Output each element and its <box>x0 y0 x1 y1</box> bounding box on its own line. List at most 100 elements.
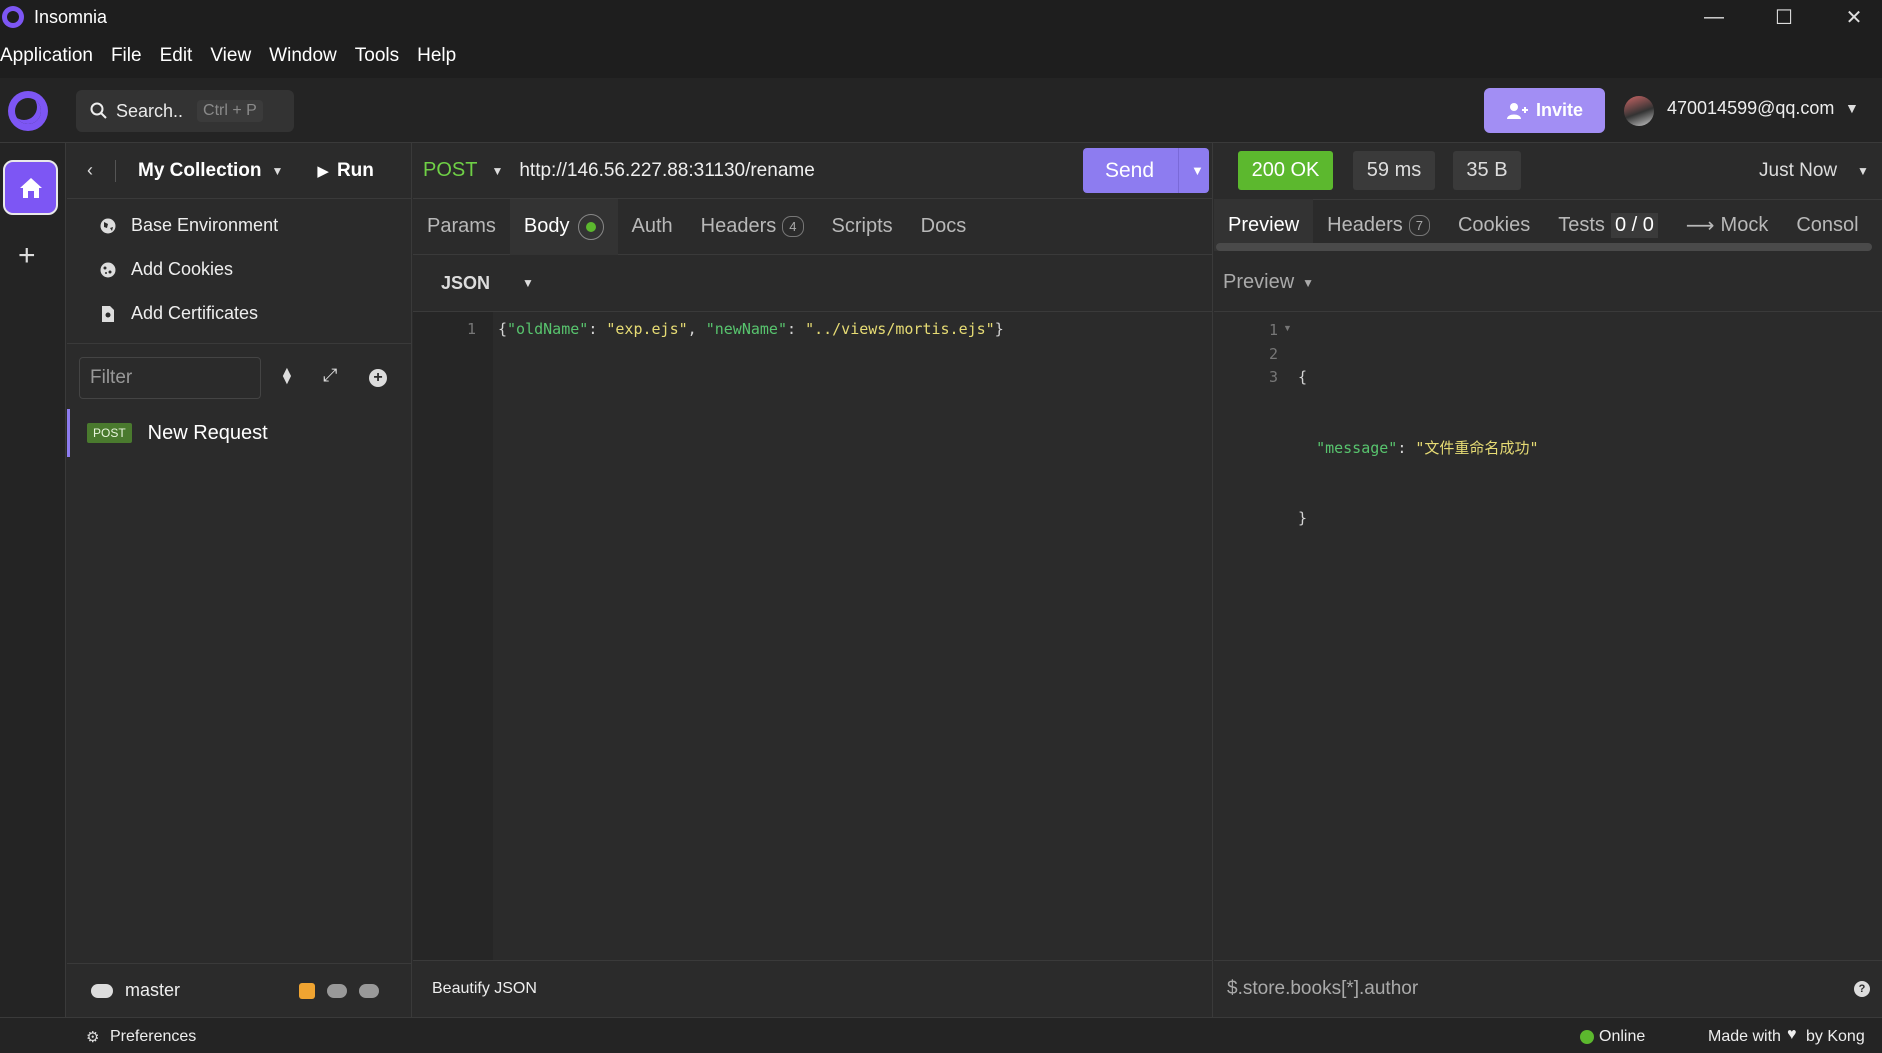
gear-icon: ⚙ <box>86 1029 100 1046</box>
divider <box>1178 148 1180 193</box>
request-name: New Request <box>147 421 268 444</box>
tabs-scrollbar[interactable] <box>1216 243 1872 251</box>
send-options-chevron-down-icon[interactable]: ▼ <box>1191 163 1204 178</box>
search-box[interactable]: Search.. Ctrl + P <box>76 90 294 132</box>
send-button[interactable]: Send ▼ <box>1083 148 1209 193</box>
arrow-right-icon: ⟶ <box>1685 214 1715 237</box>
json-value: "../views/mortis.ejs" <box>805 320 995 338</box>
method-chevron-down-icon[interactable]: ▼ <box>491 164 503 178</box>
tab-docs[interactable]: Docs <box>907 199 981 255</box>
account-chevron-down-icon[interactable]: ▼ <box>1845 100 1859 116</box>
response-footer: $.store.books[*].author ? <box>1214 960 1882 1017</box>
sidebar-item-label: Add Cookies <box>131 259 234 279</box>
maximize-button[interactable]: ☐ <box>1749 0 1819 34</box>
minimize-button[interactable]: — <box>1679 0 1749 34</box>
preview-chevron-down-icon[interactable]: ▼ <box>1302 276 1314 290</box>
user-email[interactable]: 470014599@qq.com <box>1667 98 1834 119</box>
add-workspace-icon[interactable]: + <box>18 239 36 273</box>
response-filter-input[interactable]: $.store.books[*].author <box>1227 978 1418 1000</box>
tab-headers[interactable]: Headers 4 <box>687 199 818 255</box>
body-type-bar: JSON ▼ <box>413 255 1213 312</box>
response-time: 59 ms <box>1353 151 1435 190</box>
json-value: "文件重命名成功" <box>1415 438 1539 457</box>
sort-icon[interactable]: ▲ ▼ <box>280 364 294 386</box>
json-colon: : <box>787 320 806 338</box>
globe-icon <box>99 217 117 235</box>
url-input[interactable]: http://146.56.227.88:31130/rename <box>519 160 814 182</box>
tab-params[interactable]: Params <box>413 199 510 255</box>
made-with-text: Made with <box>1708 1028 1781 1045</box>
fold-chevron-icon[interactable]: ▼ <box>1283 323 1292 333</box>
collection-bar: ‹ My Collection ▼ ▶ Run <box>67 143 412 199</box>
heart-icon: ♥ <box>1787 1026 1797 1043</box>
back-chevron-icon[interactable]: ‹ <box>87 160 93 181</box>
menu-window[interactable]: Window <box>269 45 337 67</box>
online-status-icon <box>1580 1030 1594 1044</box>
invite-button[interactable]: Invite <box>1484 88 1605 133</box>
sidebar-item-add-cookies[interactable]: Add Cookies <box>99 259 233 280</box>
divider <box>115 159 116 182</box>
by-kong-link[interactable]: by Kong <box>1806 1028 1865 1046</box>
json-comma: , <box>687 320 706 338</box>
menu-bar: Application File Edit View Window Tools … <box>0 34 1882 78</box>
help-icon[interactable]: ? <box>1854 981 1870 997</box>
sidebar-item-base-environment[interactable]: Base Environment <box>99 215 278 236</box>
status-dot-icon <box>585 221 596 232</box>
request-pane: POST ▼ http://146.56.227.88:31130/rename… <box>413 143 1213 1017</box>
tab-scripts[interactable]: Scripts <box>818 199 907 255</box>
collection-chevron-down-icon[interactable]: ▼ <box>272 164 284 178</box>
preferences-button[interactable]: Preferences <box>110 1028 196 1046</box>
menu-file[interactable]: File <box>111 45 142 67</box>
close-button[interactable]: ✕ <box>1819 0 1882 34</box>
branch-name[interactable]: master <box>125 980 180 1001</box>
sidebar-item-label: Base Environment <box>131 215 279 235</box>
body-type-chevron-down-icon[interactable]: ▼ <box>522 276 534 290</box>
request-list-item[interactable]: POST New Request <box>67 409 412 457</box>
home-button[interactable] <box>3 160 58 215</box>
tab-body[interactable]: Body <box>509 198 618 255</box>
user-avatar[interactable] <box>1624 96 1654 126</box>
add-user-icon <box>1506 102 1528 119</box>
preview-mode-bar: Preview ▼ <box>1214 254 1882 312</box>
tests-count-badge: 0 / 0 <box>1610 212 1658 238</box>
filter-input[interactable]: Filter <box>79 357 261 399</box>
response-viewer[interactable]: { "message": "文件重命名成功" } <box>1298 319 1538 578</box>
tab-auth[interactable]: Auth <box>618 199 687 255</box>
tab-label: Headers <box>700 215 777 237</box>
menu-tools[interactable]: Tools <box>355 45 399 67</box>
collection-name[interactable]: My Collection <box>138 160 262 182</box>
cloud-upload-icon[interactable] <box>359 983 380 998</box>
body-type-selector[interactable]: JSON <box>441 273 490 294</box>
json-brace: { <box>498 320 508 338</box>
sidebar-footer: master <box>67 963 412 1017</box>
divider <box>67 343 412 344</box>
home-logo-icon[interactable] <box>8 91 48 131</box>
beautify-json-button[interactable]: Beautify JSON <box>432 980 537 998</box>
status-badge: 200 OK <box>1238 151 1333 190</box>
response-size: 35 B <box>1453 151 1521 190</box>
status-bar: ⚙ Preferences Online Made with ♥ by Kong <box>0 1017 1882 1053</box>
menu-view[interactable]: View <box>210 45 251 67</box>
cloud-download-icon[interactable] <box>327 983 348 998</box>
json-key: "message" <box>1316 438 1398 457</box>
response-timestamp[interactable]: Just Now <box>1759 160 1837 182</box>
preview-mode-selector[interactable]: Preview <box>1223 271 1294 294</box>
box-icon[interactable] <box>299 982 316 999</box>
run-button[interactable]: Run <box>337 160 374 182</box>
cloud-icon <box>91 983 113 998</box>
body-editor[interactable]: {"oldName": "exp.ejs", "newName": "../vi… <box>498 320 1004 338</box>
json-key: "oldName" <box>507 320 589 338</box>
sidebar-item-add-certificates[interactable]: Add Certificates <box>99 303 258 324</box>
tab-label: Headers <box>1327 213 1403 236</box>
add-request-icon[interactable]: + <box>369 369 387 387</box>
tab-label: Mock <box>1720 213 1769 236</box>
tab-label: Tests <box>1558 213 1605 236</box>
menu-help[interactable]: Help <box>417 45 456 67</box>
menu-edit[interactable]: Edit <box>160 45 193 67</box>
send-label: Send <box>1105 158 1155 182</box>
history-chevron-down-icon[interactable]: ▼ <box>1857 164 1869 178</box>
expand-icon[interactable]: ⤢ <box>323 365 337 386</box>
method-selector[interactable]: POST <box>423 159 477 182</box>
sidebar-item-label: Add Certificates <box>131 303 259 323</box>
menu-application[interactable]: Application <box>0 45 93 67</box>
